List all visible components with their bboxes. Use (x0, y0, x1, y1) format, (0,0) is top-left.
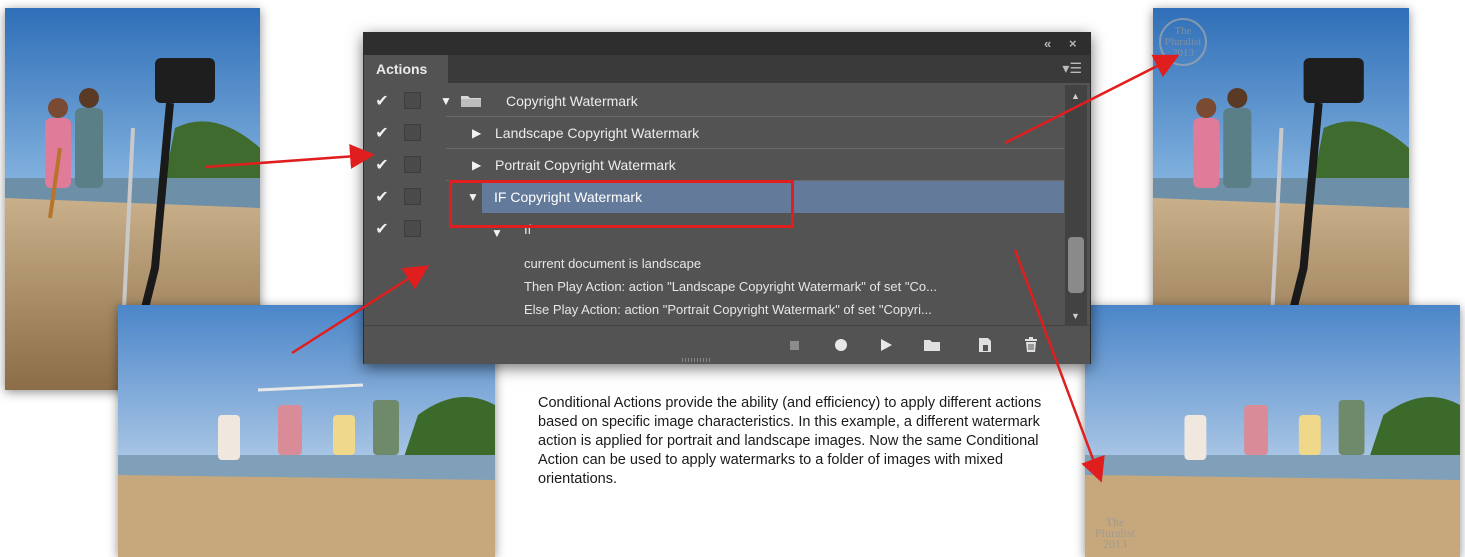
action-label: Copyright Watermark (506, 93, 638, 109)
resize-grip[interactable] (682, 358, 712, 362)
scroll-down-icon[interactable]: ▼ (1071, 311, 1080, 321)
panel-titlebar: « × (364, 33, 1090, 55)
toggle-check-icon[interactable]: ✔ (374, 155, 390, 175)
panel-menu-icon[interactable]: ▾☰ (1062, 60, 1082, 77)
toggle-check-icon[interactable]: ✔ (374, 219, 390, 239)
watermark-line3: 2013 (1172, 46, 1194, 59)
folder-icon (461, 96, 481, 107)
watermark-line2: Pluralist (1164, 35, 1202, 48)
watermark-landscape: The Pluralist 2013 (1095, 516, 1135, 551)
toggle-check-icon[interactable]: ✔ (374, 91, 390, 111)
expand-triangle-icon[interactable]: ▼ (491, 226, 503, 240)
dialog-toggle-box[interactable] (404, 156, 421, 173)
toggle-check-icon[interactable]: ✔ (374, 187, 390, 207)
action-row[interactable]: ✔ ▼ Copyright Watermark (364, 85, 1064, 117)
callout-highlight-box (449, 180, 794, 228)
watermark-line1: The (1174, 24, 1192, 37)
trash-icon[interactable] (1021, 335, 1041, 355)
play-icon[interactable] (876, 335, 896, 355)
action-row[interactable]: ✔ ▶ Landscape Copyright Watermark (364, 117, 1064, 149)
action-row[interactable]: ✔ ▶ Portrait Copyright Watermark (364, 149, 1064, 181)
watermark-seal: The Pluralist 2013 (1159, 18, 1207, 66)
toggle-check-icon[interactable]: ✔ (374, 123, 390, 143)
dialog-toggle-box[interactable] (404, 220, 421, 237)
tab-actions[interactable]: Actions (364, 55, 448, 83)
condition-line: current document is landscape (524, 256, 702, 271)
else-line: Else Play Action: action "Portrait Copyr… (524, 302, 932, 317)
dialog-toggle-box[interactable] (404, 92, 421, 109)
action-label: Portrait Copyright Watermark (495, 157, 676, 173)
action-label: Landscape Copyright Watermark (495, 125, 700, 141)
folder-icon[interactable] (922, 335, 942, 355)
watermark-line3: 2013 (1103, 537, 1127, 551)
collapsed-triangle-icon[interactable]: ▶ (472, 158, 481, 172)
scroll-up-icon[interactable]: ▲ (1071, 91, 1080, 101)
collapsed-triangle-icon[interactable]: ▶ (472, 126, 481, 140)
panel-tab-row: Actions ▾☰ (364, 55, 1090, 83)
landscape-photo-watermarked: The Pluralist 2013 (1085, 305, 1460, 557)
collapse-icon[interactable]: « (1044, 36, 1051, 51)
dialog-toggle-box[interactable] (404, 124, 421, 141)
scrollbar[interactable]: ▲ ▼ (1065, 85, 1087, 325)
then-line: Then Play Action: action "Landscape Copy… (524, 279, 937, 294)
stop-icon[interactable] (784, 335, 804, 355)
dialog-toggle-box[interactable] (404, 188, 421, 205)
new-action-icon[interactable] (975, 335, 995, 355)
scroll-thumb[interactable] (1068, 237, 1084, 293)
caption-text: Conditional Actions provide the ability … (538, 395, 1042, 487)
record-icon[interactable] (831, 335, 851, 355)
expand-triangle-icon[interactable]: ▼ (440, 94, 452, 108)
panel-toolbar (364, 325, 1090, 364)
close-icon[interactable]: × (1069, 36, 1077, 51)
